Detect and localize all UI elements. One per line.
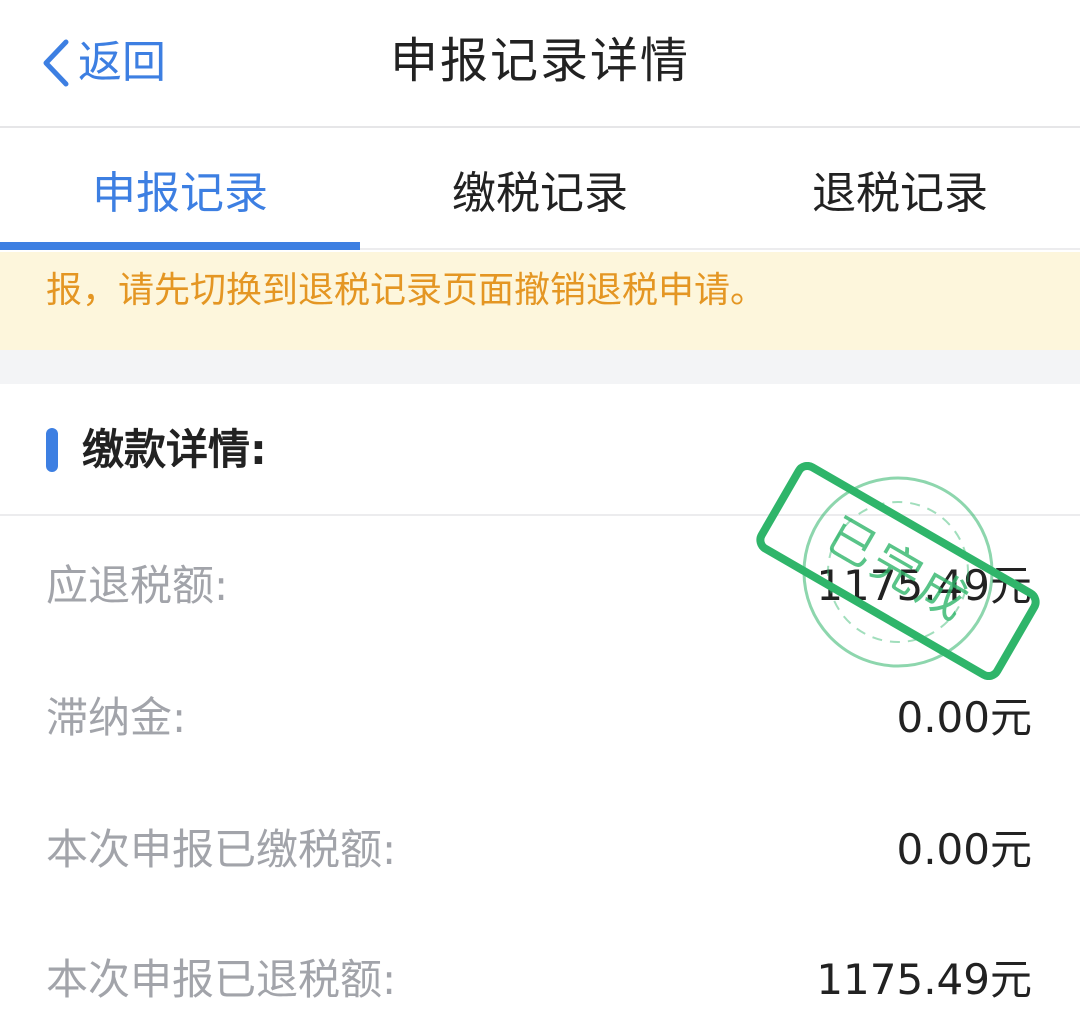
tab-declaration-records[interactable]: 申报记录 — [0, 130, 360, 250]
record-tabs: 申报记录 缴税记录 退税记录 — [0, 130, 1080, 250]
detail-row-refund-due: 应退税额: 1175.49元 — [0, 546, 1080, 626]
section-title: 缴款详情: — [82, 425, 267, 474]
row-label: 滞纳金: — [46, 693, 187, 742]
detail-row-refunded-tax: 本次申报已退税额: 1175.49元 — [0, 940, 1080, 1020]
detail-row-late-fee: 滞纳金: 0.00元 — [0, 678, 1080, 758]
row-label: 本次申报已缴税额: — [46, 825, 397, 874]
nav-header: 返回 申报记录详情 — [0, 0, 1080, 128]
row-label: 应退税额: — [46, 561, 229, 610]
tax-record-detail-page: 返回 申报记录详情 申报记录 缴税记录 退税记录 报，请先切换到退税记录页面撤销… — [0, 0, 1080, 1032]
row-value: 1175.49元 — [816, 955, 1032, 1004]
notice-text: 报，请先切换到退税记录页面撤销退税申请。 — [46, 270, 767, 311]
row-value: 0.00元 — [896, 693, 1032, 742]
section-divider — [0, 350, 1080, 384]
page-title: 申报记录详情 — [389, 33, 690, 89]
payment-details-header: 缴款详情: — [0, 384, 1080, 516]
tab-payment-records[interactable]: 缴税记录 — [360, 130, 720, 248]
row-value: 0.00元 — [896, 825, 1032, 874]
row-label: 本次申报已退税额: — [46, 955, 397, 1004]
tab-refund-records[interactable]: 退税记录 — [720, 130, 1080, 248]
detail-row-paid-tax: 本次申报已缴税额: 0.00元 — [0, 810, 1080, 890]
section-accent-bar — [46, 428, 58, 472]
row-value: 1175.49元 — [816, 561, 1032, 610]
notice-banner: 报，请先切换到退税记录页面撤销退税申请。 — [0, 252, 1080, 350]
